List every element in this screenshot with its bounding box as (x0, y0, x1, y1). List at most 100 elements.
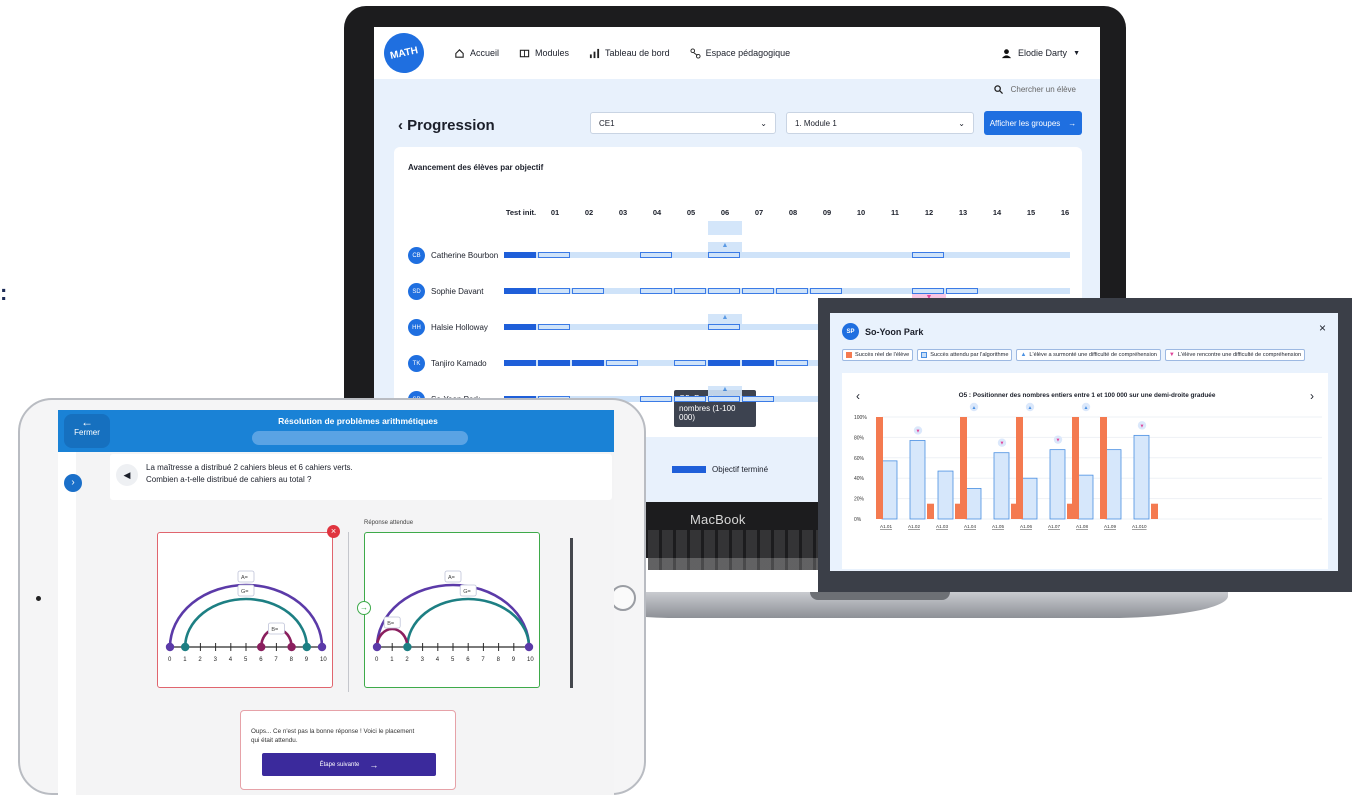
tick-label: 7 (481, 657, 485, 663)
arc-label: G= (463, 589, 471, 595)
tick-label: 1 (390, 657, 394, 663)
user-menu[interactable]: Elodie Darty ▼ (1001, 48, 1080, 59)
speaker-icon[interactable]: ◀ (116, 464, 138, 486)
objective-segment[interactable] (674, 396, 706, 402)
panel-divider (348, 532, 349, 692)
avatar: SP (842, 323, 859, 340)
objective-segment[interactable] (504, 252, 536, 258)
success-bar-chart: 100% 80% 60% 40% 20% 0% A1.01 A1.02 ▼ A1.03 A1.04 ▲… (854, 402, 1322, 529)
objective-segment[interactable] (640, 252, 672, 258)
x-tick-label: A1.09 (1104, 524, 1116, 529)
objective-segment[interactable] (708, 288, 740, 294)
objective-segment[interactable] (776, 288, 808, 294)
student-name: Tanjiro Kamado (431, 359, 487, 368)
expand-panel-button[interactable]: › (64, 474, 82, 492)
tick-label: 1 (183, 657, 187, 663)
objective-segment[interactable] (640, 396, 672, 402)
objective-segment[interactable] (538, 252, 570, 258)
nav-accueil[interactable]: Accueil (454, 48, 499, 59)
expected-bar (881, 460, 898, 520)
objective-segment[interactable] (606, 360, 638, 366)
y-tick-label: 80% (854, 435, 865, 441)
objective-segment[interactable] (742, 360, 774, 366)
student-row[interactable]: HH Halsie Holloway (408, 319, 488, 336)
nav-espace-pedagogique[interactable]: Espace pédagogique (690, 47, 790, 59)
book-icon (519, 49, 530, 57)
objective-segment[interactable] (572, 360, 604, 366)
tick-label: 4 (229, 657, 233, 663)
scrollbar[interactable] (570, 538, 573, 688)
student-search[interactable]: Chercher un élève (993, 85, 1076, 94)
arrow-right-circle-icon: → (357, 601, 371, 615)
objective-segment[interactable] (708, 396, 740, 402)
show-groups-label: Afficher les groupes (989, 118, 1061, 128)
tablet-screen: ← Fermer Résolution de problèmes arithmé… (58, 410, 614, 795)
tablet-camera (36, 596, 41, 601)
real-bar (960, 417, 967, 519)
module-select[interactable]: 1. Module 1 ⌄ (786, 112, 974, 134)
objective-segment[interactable] (640, 288, 672, 294)
objective-segment[interactable] (538, 360, 570, 366)
next-step-button[interactable]: Étape suivante → (262, 753, 436, 776)
y-tick-label: 100% (854, 415, 867, 421)
objective-segment[interactable] (504, 288, 536, 294)
objective-segment[interactable] (742, 288, 774, 294)
real-bar (1016, 417, 1023, 519)
share-icon (690, 47, 701, 59)
objective-segment[interactable] (742, 396, 774, 402)
objective-segment[interactable] (810, 288, 842, 294)
student-name: Halsie Holloway (431, 323, 488, 332)
tick-label: 6 (259, 657, 263, 663)
nav-modules[interactable]: Modules (519, 48, 569, 59)
student-row[interactable]: CB Catherine Bourbon (408, 247, 498, 264)
objective-segment[interactable] (538, 324, 570, 330)
arc-label: B= (271, 627, 278, 633)
objective-segment[interactable] (708, 360, 740, 366)
objective-segment[interactable] (572, 288, 604, 294)
student-row[interactable]: TK Tanjiro Kamado (408, 355, 487, 372)
show-groups-button[interactable]: Afficher les groupes → (984, 111, 1082, 135)
device-label: MacBook (690, 512, 746, 527)
student-detail-popup: SP So-Yoon Park × Succès réel de l'élève… (830, 313, 1338, 571)
user-name: Elodie Darty (1018, 48, 1068, 58)
objective-segment[interactable] (538, 288, 570, 294)
arc-label: B= (387, 621, 394, 627)
top-navbar: MATH Accueil Modules Tableau de bord Esp… (374, 27, 1100, 79)
tick-label: 0 (168, 657, 172, 663)
tick-label: 8 (290, 657, 294, 663)
real-bar (876, 417, 883, 519)
avatar: SD (408, 283, 425, 300)
close-exercise-button[interactable]: ← Fermer (64, 414, 110, 448)
objective-segment[interactable] (708, 324, 740, 330)
arc-label: G= (241, 589, 249, 595)
avatar: CB (408, 247, 425, 264)
tick-label: 10 (527, 657, 534, 663)
back-label: Fermer (74, 428, 100, 437)
objective-segment[interactable] (674, 288, 706, 294)
objective-segment[interactable] (504, 360, 536, 366)
objective-segment[interactable] (504, 324, 536, 330)
objective-segment[interactable] (674, 360, 706, 366)
objective-segment[interactable] (946, 288, 978, 294)
popup-header: SP So-Yoon Park (842, 323, 923, 340)
grade-select[interactable]: CE1 ⌄ (590, 112, 776, 134)
brand-logo[interactable]: MATH (380, 29, 428, 77)
number-line-point (287, 642, 296, 652)
column-header: 11 (891, 208, 899, 217)
close-icon[interactable]: × (1319, 321, 1326, 335)
number-line-point (524, 642, 534, 652)
y-tick-label: 20% (854, 497, 865, 503)
edge-glyph: : (0, 280, 8, 305)
exercise-title: Résolution de problèmes arithmétiques (278, 416, 438, 426)
nav-label: Modules (535, 48, 570, 58)
nav-tableau-de-bord[interactable]: Tableau de bord (589, 48, 670, 59)
student-row[interactable]: SD Sophie Davant (408, 283, 483, 300)
number-line-point (165, 642, 175, 652)
problem-line: La maîtresse a distribué 2 cahiers bleus… (146, 463, 353, 472)
expected-answer-panel: 0 1 2 3 4 5 6 7 8 9 10 A= G= B= (364, 532, 540, 688)
search-placeholder: Chercher un élève (1010, 85, 1076, 94)
objective-segment[interactable] (776, 360, 808, 366)
number-line-point (302, 642, 311, 652)
objective-segment[interactable] (708, 252, 740, 258)
objective-segment[interactable] (912, 252, 944, 258)
